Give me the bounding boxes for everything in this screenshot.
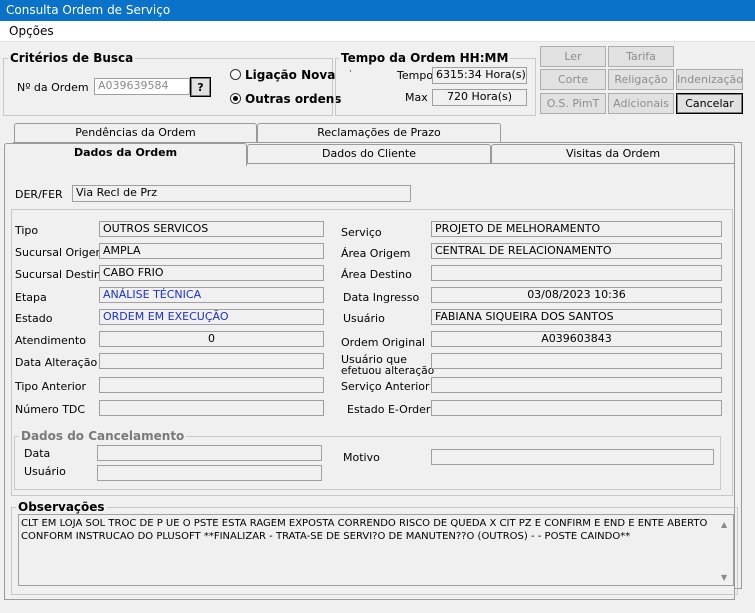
tab-reclamacoes[interactable]: Reclamações de Prazo — [257, 123, 501, 143]
title-bar: Consulta Ordem de Serviço — [0, 0, 755, 21]
servico-field: PROJETO DE MELHORAMENTO — [431, 221, 722, 237]
indenizacao-button[interactable]: Indenização — [676, 69, 743, 90]
cancel-usuario-field — [97, 465, 322, 481]
tab-pendencias[interactable]: Pendências da Ordem — [14, 123, 257, 143]
tempo-title: Tempo da Ordem HH:MM — [339, 51, 511, 65]
tipo-label: Tipo — [15, 224, 39, 237]
atendimento-label: Atendimento — [15, 334, 86, 347]
sucursal-destino-label: Sucursal Destino — [15, 268, 108, 281]
max-label: Max — [405, 91, 428, 104]
data-ingresso-field: 03/08/2023 10:36 — [431, 287, 722, 303]
usuario-label: Usuário — [343, 312, 385, 325]
numero-tdc-label: Número TDC — [15, 403, 86, 416]
servico-label: Serviço — [341, 226, 382, 239]
tab-dados-ordem[interactable]: Dados da Ordem — [4, 143, 247, 166]
corte-button[interactable]: Corte — [540, 69, 606, 90]
cancel-data-field — [97, 445, 322, 461]
estado-field: ORDEM EM EXECUÇÃO — [99, 309, 324, 325]
area-origem-field: CENTRAL DE RELACIONAMENTO — [431, 243, 722, 259]
tipo-field: OUTROS SERVICOS — [99, 221, 324, 237]
cancel-motivo-label: Motivo — [343, 451, 380, 464]
menu-opcoes[interactable]: Opções — [9, 24, 54, 38]
tipo-anterior-label: Tipo Anterior — [15, 380, 87, 393]
radio-ligacao-nova[interactable] — [230, 69, 241, 80]
area-origem-label: Área Origem — [341, 247, 411, 260]
usuario-alteracao-label-2: efetuou alteração — [341, 365, 435, 377]
observacoes-text: CLT EM LOJA SOL TROC DE P UE O PSTE ESTA… — [21, 518, 708, 542]
data-ingresso-label: Data Ingresso — [343, 291, 420, 304]
sucursal-destino-field: CABO FRIO — [99, 265, 324, 281]
adicionais-button[interactable]: Adicionais — [608, 93, 674, 114]
observacoes-title: Observações — [16, 500, 107, 514]
os-pimt-button[interactable]: O.S. PimT — [540, 93, 606, 114]
tarifa-button[interactable]: Tarifa — [608, 46, 674, 67]
der-fer-label: DER/FER — [15, 188, 63, 201]
sucursal-origem-label: Sucursal Origem — [15, 246, 107, 259]
tipo-anterior-field — [99, 377, 324, 393]
cancel-usuario-label: Usuário — [24, 465, 66, 478]
religacao-button[interactable]: Religação — [608, 69, 674, 90]
menu-bar: Opções — [0, 21, 755, 42]
servico-anterior-field — [431, 377, 722, 393]
num-ordem-input[interactable]: A039639584 — [94, 78, 190, 95]
sucursal-origem-field: AMPLA — [99, 243, 324, 259]
data-alteracao-field — [99, 353, 324, 369]
data-alteracao-label: Data Alteração — [15, 356, 98, 369]
tempo-label: Tempo — [397, 69, 434, 82]
area-destino-label: Área Destino — [341, 268, 412, 281]
estado-eorder-label: Estado E-Order — [347, 403, 431, 416]
num-ordem-label: Nº da Ordem — [17, 81, 89, 94]
cancel-motivo-field — [431, 449, 714, 465]
radio-ligacao-label: Ligação Nova — [245, 68, 336, 82]
ordem-original-field: A039603843 — [431, 331, 722, 347]
tempo-dot: · — [349, 67, 352, 77]
servico-anterior-label: Serviço Anterior — [341, 380, 430, 393]
help-button[interactable]: ? — [190, 77, 211, 97]
cancelamento-title: Dados do Cancelamento — [19, 429, 187, 443]
numero-tdc-field — [99, 400, 324, 416]
max-value: 720 Hora(s) — [432, 89, 527, 106]
tab-dados-cliente[interactable]: Dados do Cliente — [247, 144, 491, 164]
usuario-alteracao-field — [431, 353, 722, 369]
estado-eorder-field — [431, 400, 722, 416]
window-title: Consulta Ordem de Serviço — [6, 3, 171, 17]
der-fer-field: Via Recl de Prz — [72, 185, 411, 202]
up-arrow-icon[interactable]: ▲ — [721, 518, 727, 531]
atendimento-field: 0 — [99, 331, 324, 347]
radio-outras-ordens[interactable] — [230, 93, 241, 104]
tab-visitas[interactable]: Visitas da Ordem — [491, 144, 735, 164]
tempo-value: 6315:34 Hora(s) — [432, 67, 527, 84]
area-destino-field — [431, 265, 722, 281]
observacoes-memo[interactable]: CLT EM LOJA SOL TROC DE P UE O PSTE ESTA… — [18, 514, 734, 586]
radio-outras-label: Outras ordens — [245, 92, 342, 106]
cancelar-button[interactable]: Cancelar — [676, 93, 743, 114]
estado-label: Estado — [15, 312, 53, 325]
ler-button[interactable]: Ler — [540, 46, 606, 67]
down-arrow-icon[interactable]: ▼ — [721, 571, 727, 584]
etapa-field: ANÁLISE TÉCNICA — [99, 287, 324, 303]
ordem-original-label: Ordem Original — [341, 336, 425, 349]
cancel-data-label: Data — [24, 447, 51, 460]
criterios-title: Critérios de Busca — [8, 51, 136, 65]
observacoes-scrollbar[interactable]: ▲ ▼ — [718, 516, 732, 584]
etapa-label: Etapa — [15, 291, 47, 304]
usuario-field: FABIANA SIQUEIRA DOS SANTOS — [431, 309, 722, 325]
